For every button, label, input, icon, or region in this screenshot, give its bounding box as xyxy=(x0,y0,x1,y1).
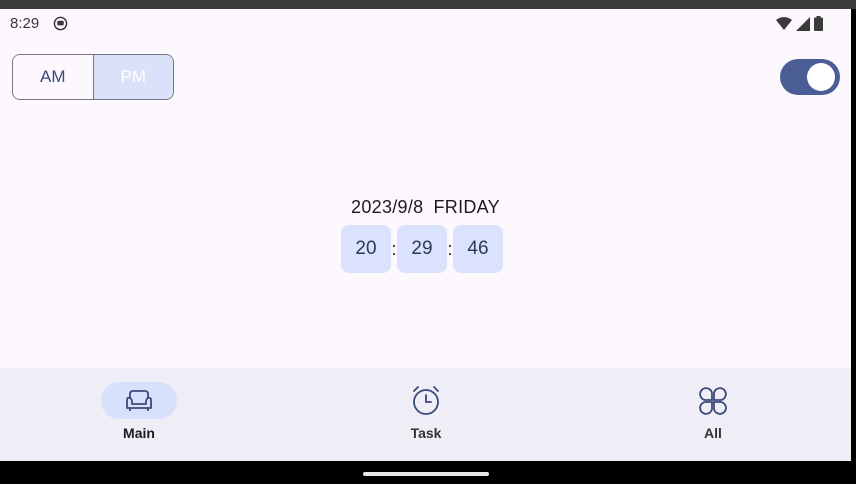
digital-clock: 20 : 29 : 46 xyxy=(341,225,503,273)
nav-indicator xyxy=(388,382,464,419)
pm-button[interactable]: PM xyxy=(93,55,173,99)
battery-icon xyxy=(814,16,823,31)
minutes-box: 29 xyxy=(397,225,447,273)
system-icons xyxy=(776,16,823,31)
date-line: 2023/9/8 FRIDAY xyxy=(0,197,851,218)
android-debug-icon xyxy=(53,16,68,31)
nav-label-task: Task xyxy=(410,425,442,441)
date-text: 2023/9/8 xyxy=(351,197,424,217)
nav-indicator xyxy=(101,382,177,419)
weekday-text: FRIDAY xyxy=(433,197,500,217)
hours-box: 20 xyxy=(341,225,391,273)
nav-item-task[interactable]: Task xyxy=(346,368,506,461)
toggle-switch[interactable] xyxy=(780,59,840,95)
window-top-bar xyxy=(0,0,856,9)
wifi-icon xyxy=(776,16,792,30)
nav-item-main[interactable]: Main xyxy=(59,368,219,461)
status-time: 8:29 xyxy=(10,15,40,32)
bottom-navigation: Main Task All xyxy=(0,368,851,461)
gesture-home-bar[interactable] xyxy=(363,472,489,476)
clover-grid-icon xyxy=(699,386,727,415)
am-button[interactable]: AM xyxy=(13,55,94,99)
am-pm-toggle: AM PM xyxy=(12,54,174,100)
nav-indicator xyxy=(675,382,751,419)
cell-signal-icon xyxy=(796,16,810,31)
nav-label-main: Main xyxy=(123,425,155,441)
alarm-clock-icon xyxy=(413,385,439,415)
nav-item-all[interactable]: All xyxy=(633,368,793,461)
seconds-box: 46 xyxy=(453,225,503,273)
app-screen: 8:29 AM PM 2023/9/8 FRIDAY 20 : 29: 46 … xyxy=(0,9,851,461)
status-bar: 8:29 xyxy=(0,9,851,39)
sofa-icon xyxy=(126,389,152,411)
nav-label-all: All xyxy=(704,425,722,441)
switch-thumb xyxy=(807,63,835,91)
